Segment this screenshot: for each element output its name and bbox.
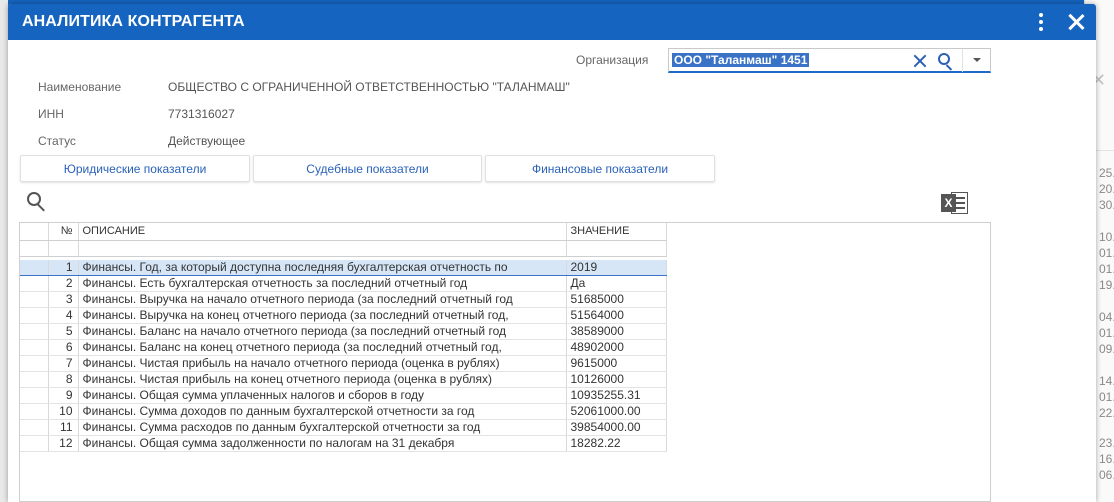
table-row[interactable]: 8 Финансы. Чистая прибыль на конец отчетн… (20, 371, 667, 388)
column-header-number[interactable]: № (48, 223, 79, 241)
search-icon[interactable] (26, 191, 50, 215)
column-header-value[interactable]: ЗНАЧЕНИЕ (566, 223, 667, 241)
background-text: 06.0 (1099, 468, 1114, 482)
background-text: 25.1 (1099, 166, 1114, 180)
search-icon[interactable] (937, 52, 957, 72)
tab-court[interactable]: Судебные показатели (253, 155, 482, 182)
background-text: 01.0 (1099, 246, 1114, 260)
dialog-title: АНАЛИТИКА КОНТРАГЕНТА (22, 13, 245, 30)
table-header: № ОПИСАНИЕ ЗНАЧЕНИЕ (20, 223, 667, 241)
background-text: 01.1 (1099, 326, 1114, 340)
filter-cell[interactable] (78, 240, 567, 257)
indicators-table: № ОПИСАНИЕ ЗНАЧЕНИЕ 1 Финансы. Год, за ко… (19, 222, 991, 502)
table-row[interactable]: 9 Финансы. Общая сумма уплаченных налогов… (20, 387, 667, 404)
close-icon[interactable] (1064, 10, 1088, 34)
clear-icon[interactable] (911, 52, 929, 70)
table-row[interactable]: 6 Финансы. Баланс на конец отчетного пери… (20, 339, 667, 356)
background-text: 10.0 (1099, 230, 1114, 244)
filter-cell[interactable] (48, 240, 79, 257)
dialog-header: АНАЛИТИКА КОНТРАГЕНТА (8, 4, 1096, 40)
background-text: 19.0 (1099, 278, 1114, 292)
background-left-edge (0, 0, 8, 502)
background-text: 23.0 (1099, 436, 1114, 450)
organization-label: Организация (576, 53, 649, 67)
table-row[interactable]: 7 Финансы. Чистая прибыль на начало отчет… (20, 355, 667, 372)
background-text: 14.1 (1099, 374, 1114, 388)
name-label: Наименование (38, 80, 122, 94)
background-text: 16.0 (1099, 452, 1114, 466)
background-text: 01.0 (1099, 390, 1114, 404)
filter-row (20, 240, 667, 257)
background-text: 22.1 (1099, 406, 1114, 420)
table-row[interactable]: 10 Финансы. Сумма доходов по данным бухга… (20, 403, 667, 420)
status-value: Действующее (168, 134, 246, 148)
name-value: ОБЩЕСТВО С ОГРАНИЧЕННОЙ ОТВЕТСТВЕННОСТЬЮ… (168, 80, 570, 94)
counterparty-analytics-dialog: АНАЛИТИКА КОНТРАГЕНТА Организация ООО "Т… (8, 4, 1096, 502)
table-row[interactable]: 5 Финансы. Баланс на начало отчетного пер… (20, 323, 667, 340)
table-row[interactable]: 1 Финансы. Год, за который доступна после… (20, 260, 667, 276)
table-row[interactable]: 2 Финансы. Есть бухгалтерская отчетность … (20, 275, 667, 292)
background-text: 30.0 (1099, 198, 1114, 212)
table-row[interactable]: 4 Финансы. Выручка на конец отчетного пер… (20, 307, 667, 324)
kebab-menu-icon[interactable] (1034, 11, 1048, 33)
background-text: 09.0 (1099, 342, 1114, 356)
background-text: 20.0 (1099, 182, 1114, 196)
row-marker-header (20, 223, 49, 241)
table-row[interactable]: 12 Финансы. Общая сумма задолженности по … (20, 435, 667, 452)
filter-cell[interactable] (566, 240, 667, 257)
column-header-description[interactable]: ОПИСАНИЕ (78, 223, 567, 241)
excel-export-icon[interactable]: X (941, 190, 969, 216)
chevron-down-icon[interactable] (962, 49, 990, 72)
organization-select[interactable]: ООО "Таланмаш" 1451 (668, 48, 991, 73)
inn-label: ИНН (38, 107, 64, 121)
background-text: 04.1 (1099, 310, 1114, 324)
organization-value[interactable]: ООО "Таланмаш" 1451 (672, 53, 810, 67)
table-row[interactable]: 11 Финансы. Сумма расходов по данным бухг… (20, 419, 667, 436)
background-text: 01.1 (1099, 262, 1114, 276)
inn-value: 7731316027 (168, 107, 235, 121)
tab-legal[interactable]: Юридические показатели (20, 155, 250, 182)
status-label: Статус (38, 134, 76, 148)
tab-financial[interactable]: Финансовые показатели (485, 155, 715, 182)
table-row[interactable]: 3 Финансы. Выручка на начало отчетного пе… (20, 291, 667, 308)
